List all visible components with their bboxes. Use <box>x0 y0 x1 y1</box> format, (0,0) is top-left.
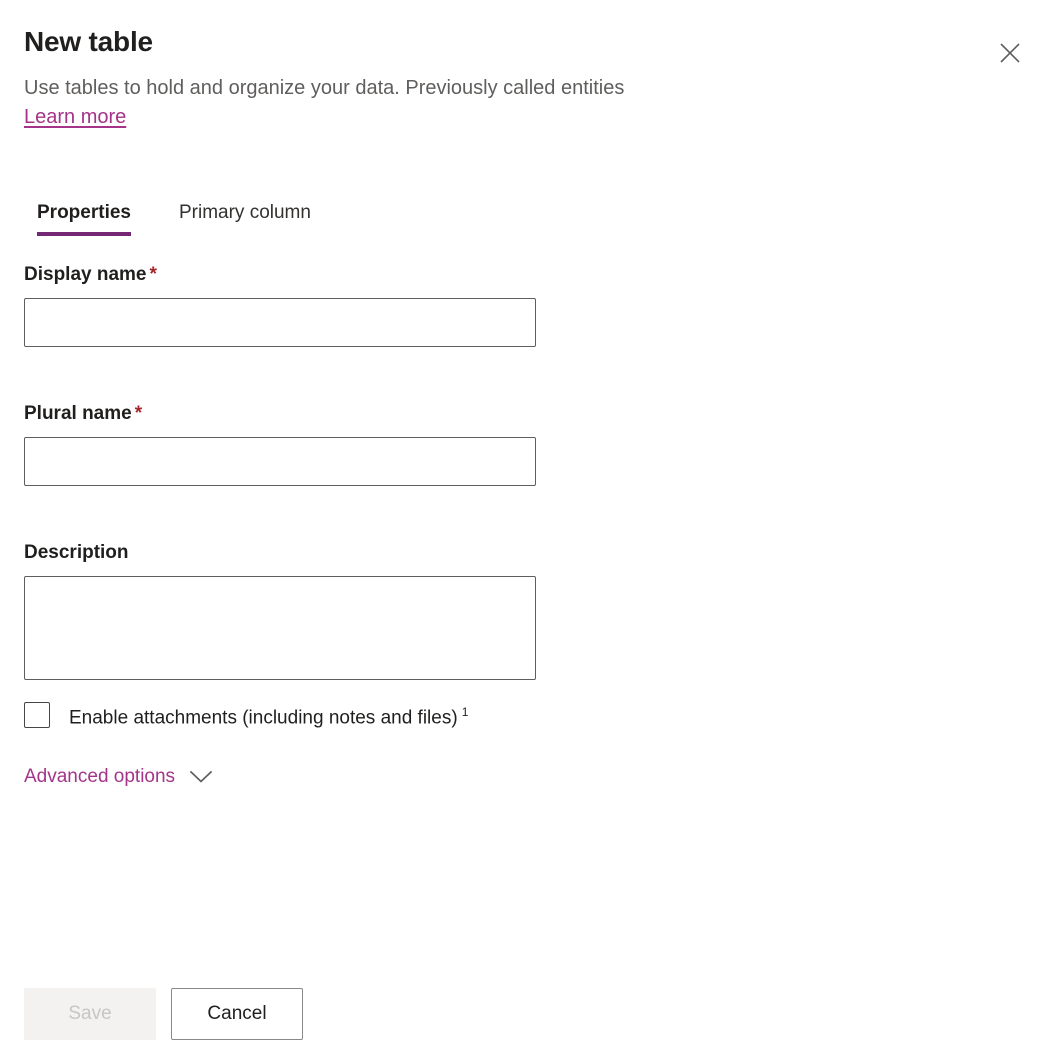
footnote-marker: 1 <box>462 705 469 719</box>
close-icon <box>997 40 1023 66</box>
tab-primary-column[interactable]: Primary column <box>166 196 324 236</box>
enable-attachments-label-text: Enable attachments (including notes and … <box>69 707 458 728</box>
tab-list: Properties Primary column <box>24 196 324 236</box>
plural-name-label: Plural name* <box>24 401 536 427</box>
display-name-field: Display name* <box>24 262 536 347</box>
display-name-label-text: Display name <box>24 264 147 285</box>
display-name-required-marker: * <box>150 264 157 285</box>
enable-attachments-checkbox-row[interactable]: Enable attachments (including notes and … <box>24 699 468 731</box>
chevron-down-icon <box>189 769 213 785</box>
plural-name-required-marker: * <box>135 403 142 424</box>
enable-attachments-checkbox[interactable] <box>24 702 50 728</box>
plural-name-label-text: Plural name <box>24 403 132 424</box>
panel-footer: Save Cancel <box>24 988 303 1040</box>
description-textarea[interactable] <box>24 576 536 680</box>
description-label: Description <box>24 540 536 566</box>
description-field: Description <box>24 540 536 680</box>
advanced-options-toggle[interactable]: Advanced options <box>24 764 213 790</box>
plural-name-input[interactable] <box>24 437 536 486</box>
plural-name-field: Plural name* <box>24 401 536 486</box>
new-table-panel: New table Use tables to hold and organiz… <box>0 0 1050 1047</box>
cancel-button[interactable]: Cancel <box>171 988 303 1040</box>
properties-form: Display name* Plural name* Description <box>24 262 536 680</box>
tab-primary-column-label: Primary column <box>179 202 311 223</box>
save-button[interactable]: Save <box>24 988 156 1040</box>
field-gap-2 <box>24 486 536 540</box>
advanced-options-label: Advanced options <box>24 764 175 790</box>
description-label-text: Description <box>24 542 129 563</box>
panel-subtitle: Use tables to hold and organize your dat… <box>24 74 904 102</box>
panel-header: New table Use tables to hold and organiz… <box>24 24 1026 130</box>
page-title: New table <box>24 24 1026 60</box>
tab-properties[interactable]: Properties <box>24 196 144 236</box>
enable-attachments-label: Enable attachments (including notes and … <box>69 699 468 731</box>
close-button[interactable] <box>990 33 1030 73</box>
display-name-label: Display name* <box>24 262 536 288</box>
tab-properties-label: Properties <box>37 202 131 223</box>
display-name-input[interactable] <box>24 298 536 347</box>
learn-more-link[interactable]: Learn more <box>24 104 126 130</box>
field-gap-1 <box>24 347 536 401</box>
